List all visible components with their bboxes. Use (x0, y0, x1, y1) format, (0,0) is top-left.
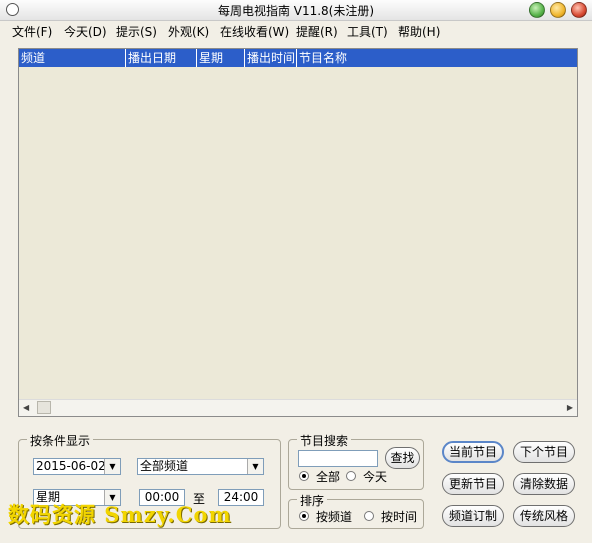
channel-value: 全部频道 (140, 459, 189, 473)
column-header-channel[interactable]: 频道 (19, 49, 126, 67)
menu-reminder[interactable]: 提醒(R) (296, 23, 338, 40)
sort-group: 排序 按频道 按时间 (288, 492, 424, 529)
update-programs-button[interactable]: 更新节目 (442, 473, 504, 495)
sort-by-time-label[interactable]: 按时间 (381, 508, 417, 525)
date-select[interactable]: 2015-06-02 ▼ (33, 458, 121, 475)
date-value: 2015-06-02 (36, 459, 106, 473)
search-button[interactable]: 查找 (385, 447, 420, 469)
channel-subscribe-button[interactable]: 频道订制 (442, 505, 504, 527)
scroll-left-arrow-icon[interactable]: ◀ (23, 403, 29, 412)
dropdown-arrow-icon[interactable]: ▼ (247, 459, 263, 474)
title-bar: 每周电视指南 V11.8(未注册) (0, 0, 592, 21)
menu-appearance[interactable]: 外观(K) (168, 23, 209, 40)
search-group: 节目搜索 查找 全部 今天 (288, 432, 424, 490)
menu-tips[interactable]: 提示(S) (116, 23, 157, 40)
menu-help[interactable]: 帮助(H) (398, 23, 440, 40)
menu-bar: 文件(F) 今天(D) 提示(S) 外观(K) 在线收看(W) 提醒(R) 工具… (0, 21, 592, 40)
close-button[interactable] (571, 2, 587, 18)
dropdown-arrow-icon[interactable]: ▼ (104, 459, 120, 474)
search-today-radio[interactable] (346, 471, 356, 481)
channel-select[interactable]: 全部频道 ▼ (137, 458, 264, 475)
search-input[interactable] (298, 450, 378, 467)
menu-file[interactable]: 文件(F) (12, 23, 52, 40)
maximize-button[interactable] (550, 2, 566, 18)
classic-style-button[interactable]: 传统风格 (513, 505, 575, 527)
search-legend: 节目搜索 (297, 432, 352, 449)
search-all-label[interactable]: 全部 (316, 468, 340, 485)
window-title: 每周电视指南 V11.8(未注册) (217, 4, 375, 18)
sort-legend: 排序 (297, 492, 328, 509)
menu-tools[interactable]: 工具(T) (347, 23, 388, 40)
scroll-thumb[interactable] (37, 401, 51, 414)
minimize-button[interactable] (529, 2, 545, 18)
sort-by-channel-label[interactable]: 按频道 (316, 508, 352, 525)
menu-today[interactable]: 今天(D) (64, 23, 107, 40)
column-header-weekday[interactable]: 星期 (197, 49, 245, 67)
filter-legend: 按条件显示 (27, 432, 94, 449)
column-header-date[interactable]: 播出日期 (126, 49, 197, 67)
search-today-label[interactable]: 今天 (363, 468, 387, 485)
next-program-button[interactable]: 下个节目 (513, 441, 575, 463)
app-window: 每周电视指南 V11.8(未注册) 文件(F) 今天(D) 提示(S) 外观(K… (0, 0, 592, 543)
sort-by-channel-radio[interactable] (299, 511, 309, 521)
menu-watch-online[interactable]: 在线收看(W) (220, 23, 289, 40)
clear-data-button[interactable]: 清除数据 (513, 473, 575, 495)
watermark: 数码资源 Smzy.Com (8, 502, 232, 527)
sort-by-time-radio[interactable] (364, 511, 374, 521)
program-list[interactable]: 频道 播出日期 星期 播出时间 节目名称 ◀ ▶ (18, 48, 578, 417)
column-header-program-name[interactable]: 节目名称 (297, 49, 577, 67)
column-header-time[interactable]: 播出时间 (245, 49, 297, 67)
search-all-radio[interactable] (299, 471, 309, 481)
scroll-right-arrow-icon[interactable]: ▶ (567, 403, 573, 412)
horizontal-scrollbar[interactable]: ◀ ▶ (19, 399, 577, 416)
list-header: 频道 播出日期 星期 播出时间 节目名称 (19, 49, 577, 67)
current-program-button[interactable]: 当前节目 (442, 441, 504, 463)
